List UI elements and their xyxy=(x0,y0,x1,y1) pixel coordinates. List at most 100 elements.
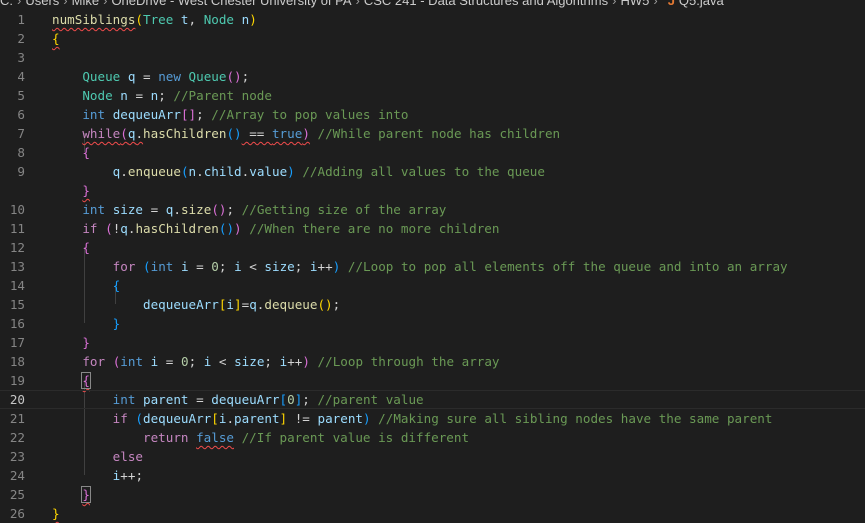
code-line[interactable]: 19 { xyxy=(0,371,865,390)
code-line[interactable]: 8 { xyxy=(0,143,865,162)
code-line[interactable]: 4 Queue q = new Queue(); xyxy=(0,67,865,86)
code-token: //Array to pop values into xyxy=(211,107,409,122)
breadcrumb-segment[interactable]: Mike xyxy=(72,0,99,8)
code-token: dequeuArr xyxy=(143,411,212,426)
code-token: t xyxy=(180,12,189,27)
code-token: ( xyxy=(105,221,113,236)
code-token: } xyxy=(82,335,90,350)
code-line[interactable]: 6 int dequeuArr[]; //Array to pop values… xyxy=(0,105,865,124)
code-line[interactable]: 3 xyxy=(0,48,865,67)
code-token: ) xyxy=(234,221,242,236)
code-token: hasChildren xyxy=(135,221,219,236)
line-number: 13 xyxy=(9,259,25,274)
code-token: ( xyxy=(135,12,143,27)
code-token: i xyxy=(309,259,318,274)
code-line[interactable]: 17 } xyxy=(0,333,865,352)
code-line[interactable]: 1 numSiblings(Tree t, Node n) xyxy=(0,10,865,29)
code-token: ) xyxy=(249,12,257,27)
code-token: ) xyxy=(287,164,295,179)
code-line[interactable]: 7 while(q.hasChildren() == true) //While… xyxy=(0,124,865,143)
breadcrumb-segment[interactable]: OneDrive - West Chester University of PA xyxy=(111,0,351,8)
code-token: != xyxy=(287,411,318,426)
code-line[interactable]: 14 { xyxy=(0,276,865,295)
line-number: 16 xyxy=(9,316,25,331)
line-number: 8 xyxy=(17,145,25,160)
code-text: } xyxy=(52,485,91,504)
code-line[interactable]: 13 for (int i = 0; i < size; i++) //Loop… xyxy=(0,257,865,276)
code-token: == xyxy=(241,126,272,141)
code-token: ; xyxy=(135,468,144,483)
java-file-icon: J xyxy=(667,0,675,8)
code-line[interactable]: 25 } xyxy=(0,485,865,504)
code-line[interactable]: 20 int parent = dequeuArr[0]; //parent v… xyxy=(0,390,865,409)
code-editor[interactable]: 1 numSiblings(Tree t, Node n) 2{3 4 Queue q… xyxy=(0,10,865,521)
code-token: true xyxy=(271,126,303,141)
code-token: () xyxy=(226,69,242,84)
line-number: 10 xyxy=(9,202,25,217)
code-token: < xyxy=(211,354,235,369)
code-text: int size = q.size(); //Getting size of t… xyxy=(52,200,446,219)
line-number: 22 xyxy=(9,430,25,445)
line-number: 26 xyxy=(9,506,25,521)
code-token: ( xyxy=(120,126,128,141)
code-token: } xyxy=(112,316,121,331)
code-text: { xyxy=(52,29,60,48)
breadcrumb-segment[interactable]: CSC 241 - Data Structures and Algorithms xyxy=(364,0,608,8)
code-line[interactable]: } xyxy=(0,181,865,200)
breadcrumb-segment[interactable]: C: xyxy=(0,0,13,8)
code-token: //Parent node xyxy=(173,88,272,103)
breadcrumb-file-name[interactable]: Q5.java xyxy=(679,0,724,8)
code-line[interactable]: 2{ xyxy=(0,29,865,48)
code-line[interactable]: 23 else xyxy=(0,447,865,466)
code-line[interactable]: 26} xyxy=(0,504,865,523)
chevron-right-icon: › xyxy=(612,0,617,8)
code-token: . xyxy=(135,126,144,141)
code-line[interactable]: 18 for (int i = 0; i < size; i++) //Loop… xyxy=(0,352,865,371)
code-text: { xyxy=(52,276,121,295)
code-line[interactable]: 12 { xyxy=(0,238,865,257)
line-number: 11 xyxy=(9,221,25,236)
code-text: Node n = n; //Parent node xyxy=(52,86,272,105)
code-line[interactable]: 16 } xyxy=(0,314,865,333)
code-line[interactable]: 10 int size = q.size(); //Getting size o… xyxy=(0,200,865,219)
code-text: i++; xyxy=(52,466,143,485)
line-number: 7 xyxy=(17,126,25,141)
code-token: ) xyxy=(302,126,310,141)
code-token: //parent value xyxy=(317,392,424,407)
code-token: , xyxy=(188,12,204,27)
code-line[interactable]: 11 if (!q.hasChildren()) //When there ar… xyxy=(0,219,865,238)
code-token: i xyxy=(180,259,189,274)
code-line[interactable]: 15 dequeueArr[i]=q.dequeue(); xyxy=(0,295,865,314)
line-number: 25 xyxy=(9,487,25,502)
code-token: //Adding all values to the queue xyxy=(302,164,545,179)
code-token: else xyxy=(112,449,144,464)
code-token: ++ xyxy=(317,259,333,274)
code-line[interactable]: 9 q.enqueue(n.child.value) //Adding all … xyxy=(0,162,865,181)
chevron-right-icon: › xyxy=(103,0,108,8)
code-line[interactable]: 24 i++; xyxy=(0,466,865,485)
code-line[interactable]: 21 if (dequeuArr[i.parent] != parent) //… xyxy=(0,409,865,428)
breadcrumb-segment[interactable]: HW5 xyxy=(620,0,649,8)
code-token: } xyxy=(81,486,91,503)
code-token: = xyxy=(188,259,212,274)
code-token: () xyxy=(226,126,242,141)
code-token: ; xyxy=(264,354,280,369)
code-line[interactable]: 5 Node n = n; //Parent node xyxy=(0,86,865,105)
code-token: size xyxy=(264,259,295,274)
code-token: { xyxy=(82,240,90,255)
code-text: return false //If parent value is differ… xyxy=(52,428,469,447)
code-token: . xyxy=(173,202,181,217)
breadcrumb-segment[interactable]: Users xyxy=(25,0,59,8)
code-line[interactable]: 22 return false //If parent value is dif… xyxy=(0,428,865,447)
code-token: . xyxy=(226,411,235,426)
